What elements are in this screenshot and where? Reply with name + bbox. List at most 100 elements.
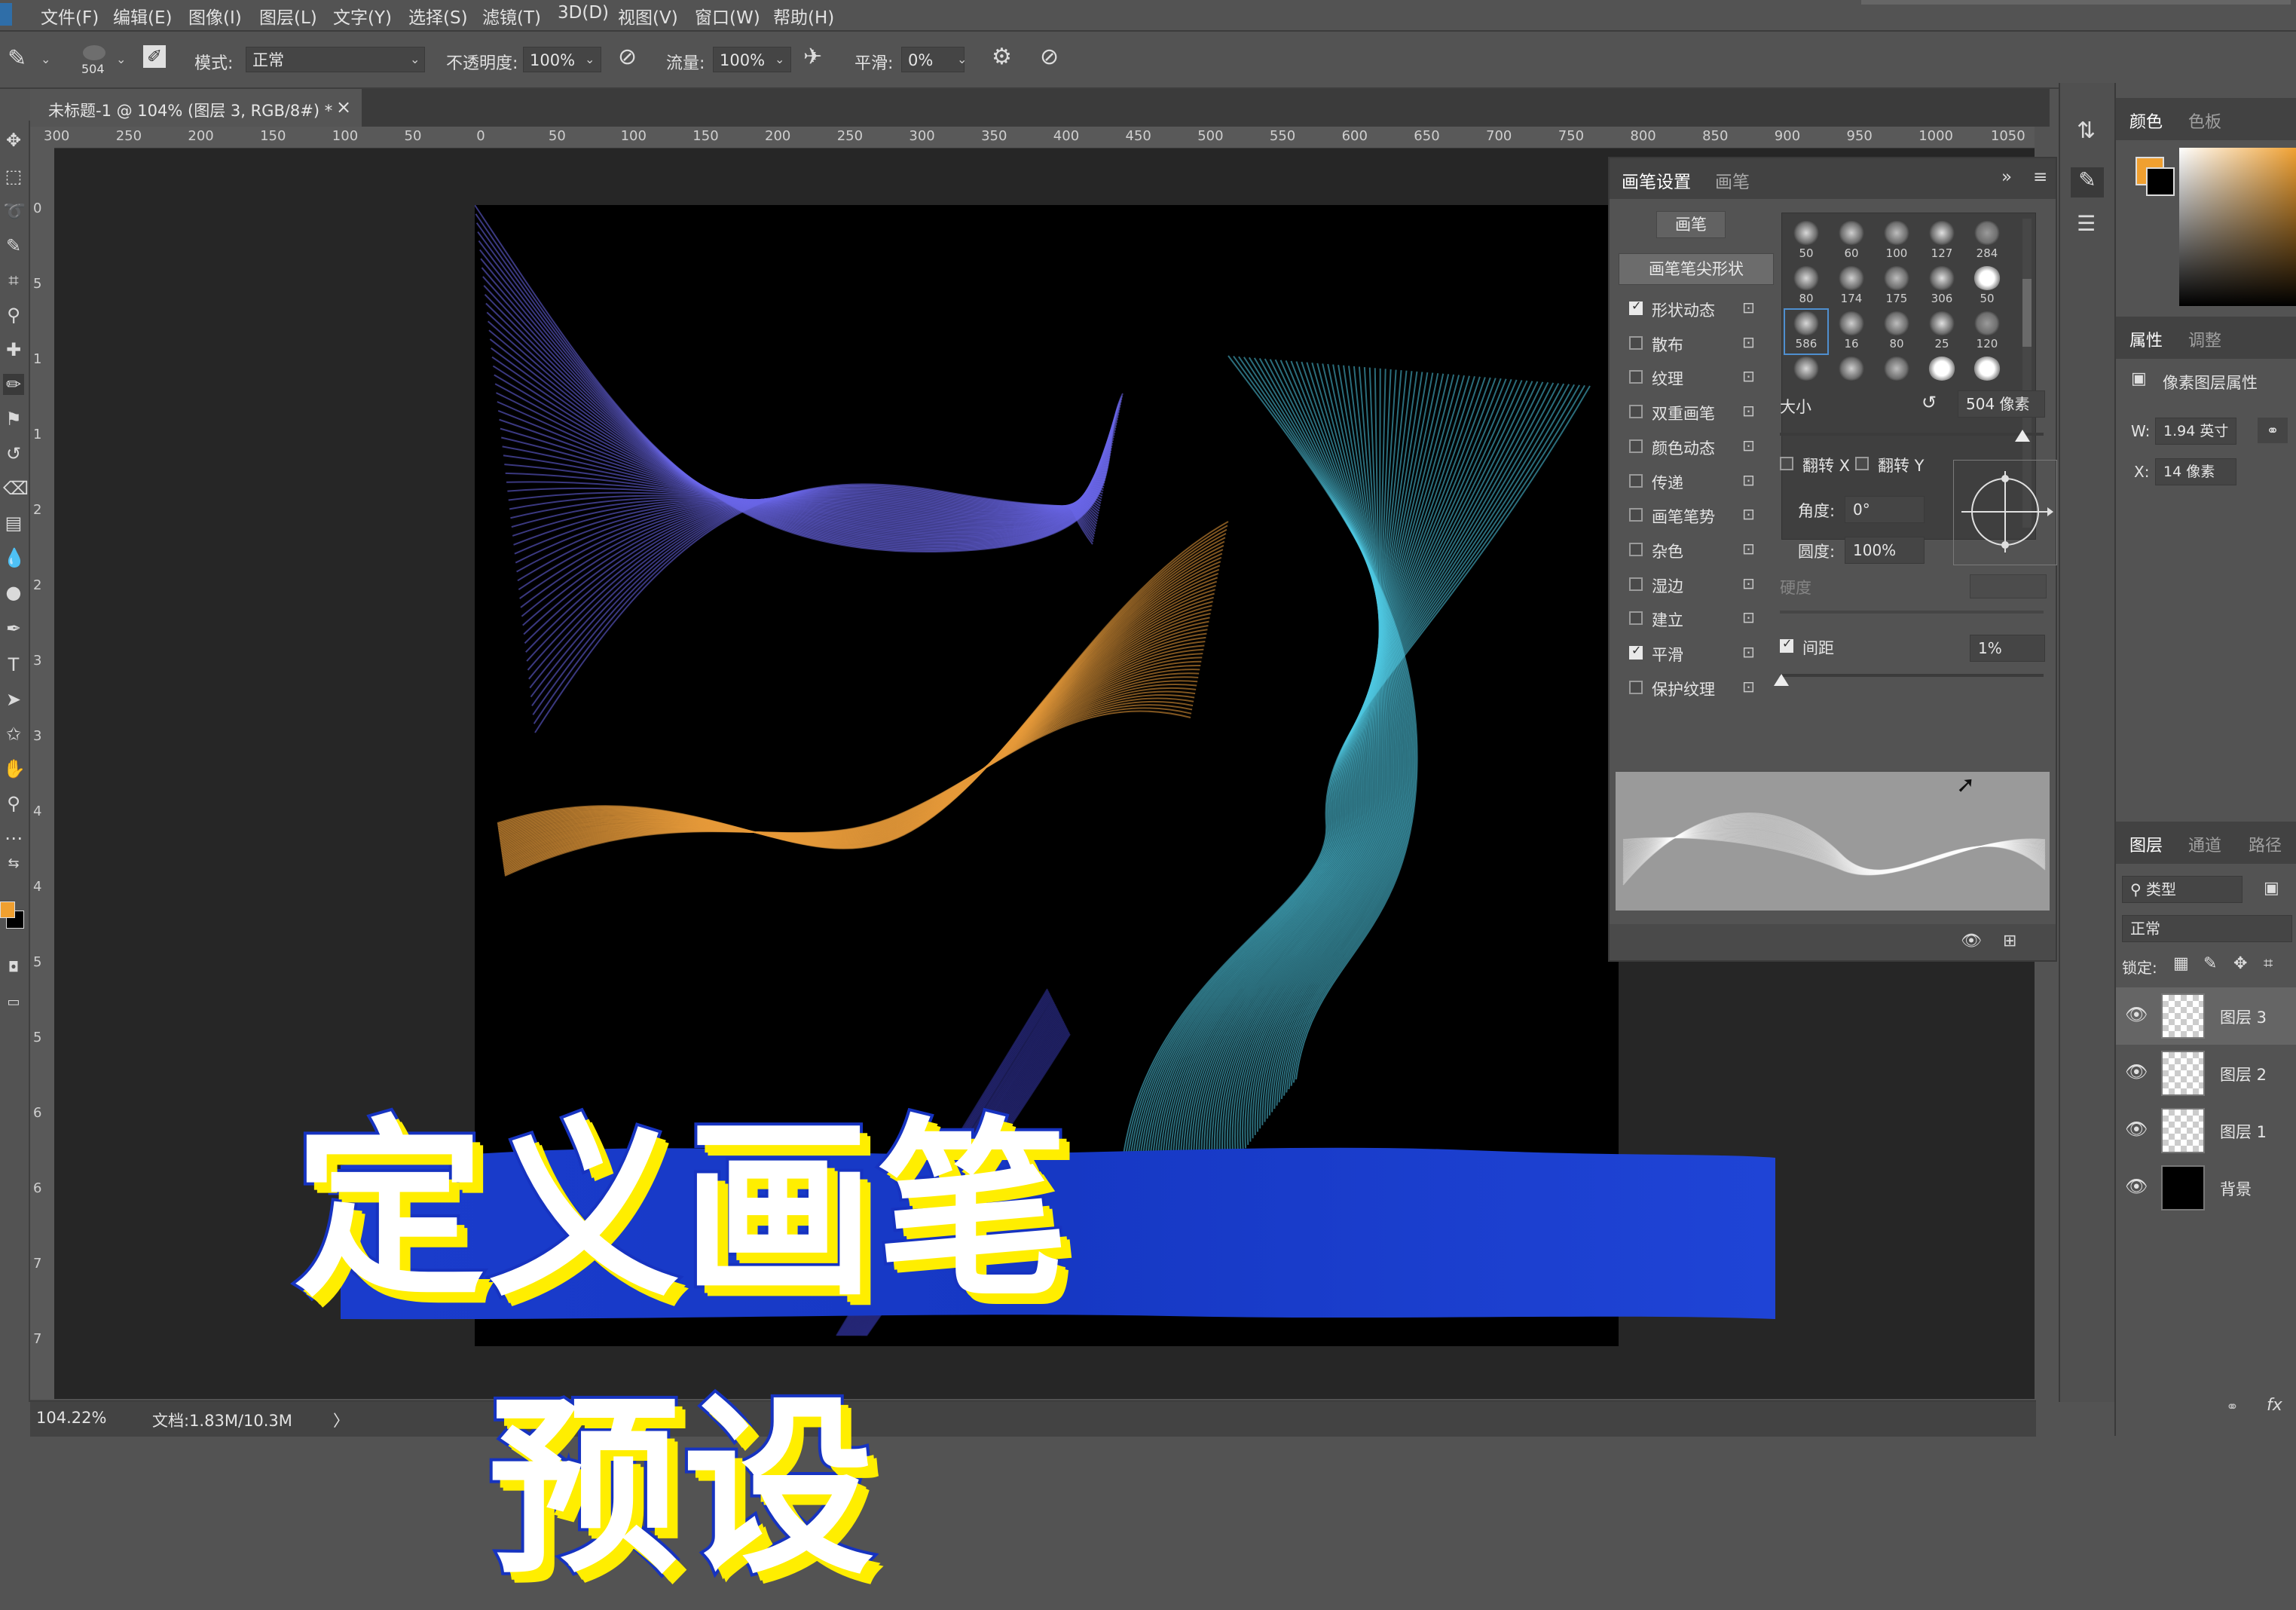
tab-brushes[interactable]: 画笔 — [1715, 167, 1750, 193]
brush-tip-preset[interactable] — [1830, 355, 1873, 399]
lock-position-icon[interactable]: ✥ — [2233, 954, 2247, 973]
menu-image[interactable]: 图像(I) — [188, 3, 242, 29]
stamp-tool-icon[interactable]: ⚑ — [3, 409, 24, 430]
lock-icon[interactable]: ⊡ — [1742, 333, 1755, 351]
brush-option-checkbox[interactable] — [1629, 405, 1643, 419]
history-panel-icon[interactable]: ⇅ — [2077, 118, 2096, 144]
brush-tip-preset[interactable] — [1876, 355, 1918, 399]
link-dimensions-icon[interactable]: ⚭ — [2258, 418, 2288, 443]
layer-row[interactable]: 👁 背景 — [2116, 1159, 2296, 1217]
lock-icon[interactable]: ⊡ — [1742, 436, 1755, 455]
flip-y-option[interactable]: 翻转 Y — [1855, 454, 1946, 476]
brush-tip-preset[interactable]: 25 — [1921, 310, 1963, 354]
brush-option-row[interactable]: 形状动态 ⊡ — [1629, 298, 1757, 321]
brush-tip-preset[interactable]: 120 — [1966, 310, 2008, 354]
eyedropper-tool-icon[interactable]: ⚲ — [3, 305, 24, 326]
tab-paths[interactable]: 路径 — [2249, 832, 2282, 856]
brush-option-checkbox[interactable] — [1629, 473, 1643, 488]
fx-icon[interactable]: fx — [2267, 1396, 2282, 1415]
lock-icon[interactable]: ⊡ — [1742, 540, 1755, 558]
layer-row[interactable]: 👁 图层 3 — [2116, 987, 2296, 1045]
brush-option-row[interactable]: 传递 ⊡ — [1629, 471, 1757, 494]
background-color-chip[interactable] — [2146, 167, 2175, 196]
menu-help[interactable]: 帮助(H) — [773, 3, 834, 29]
x-input[interactable]: 14 像素 — [2155, 458, 2236, 485]
toggle-preview-icon[interactable]: 👁 — [1961, 932, 1982, 950]
visibility-eye-icon[interactable]: 👁 — [2125, 1061, 2148, 1082]
blend-mode-select[interactable]: 正常 — [2122, 915, 2292, 942]
menu-view[interactable]: 视图(V) — [618, 3, 678, 29]
lock-transparent-icon[interactable]: ▦ — [2173, 954, 2189, 973]
flip-x-checkbox[interactable] — [1780, 457, 1793, 470]
lock-icon[interactable]: ⊡ — [1742, 608, 1755, 626]
lock-icon[interactable]: ⊡ — [1742, 402, 1755, 420]
lock-icon[interactable]: ⊡ — [1742, 471, 1755, 489]
smoothing-gear-icon[interactable]: ⚙ — [992, 44, 1012, 70]
brush-option-row[interactable]: 纹理 ⊡ — [1629, 367, 1757, 390]
eraser-tool-icon[interactable]: ⌫ — [3, 478, 29, 499]
brush-option-row[interactable]: 保护纹理 ⊡ — [1629, 678, 1757, 700]
brush-tip-preset[interactable]: 174 — [1830, 265, 1873, 308]
brush-option-row[interactable]: 散布 ⊡ — [1629, 333, 1757, 356]
spacing-option[interactable]: 间距 — [1780, 636, 1893, 659]
angle-roundness-preview[interactable] — [1953, 460, 2057, 565]
brush-tip-preset[interactable]: 284 — [1966, 219, 2008, 263]
quick-mask-icon[interactable]: ◘ — [3, 957, 24, 978]
brush-option-checkbox[interactable] — [1629, 680, 1643, 694]
screen-mode-icon[interactable]: ▭ — [3, 992, 24, 1013]
brush-option-row[interactable]: 画笔笔势 ⊡ — [1629, 505, 1757, 528]
pressure-opacity-icon[interactable]: ⊘ — [618, 44, 637, 70]
menu-layer[interactable]: 图层(L) — [259, 3, 317, 29]
gradient-tool-icon[interactable]: ▤ — [3, 513, 24, 534]
brushes-button[interactable]: 画笔 — [1656, 211, 1726, 238]
tab-channels[interactable]: 通道 — [2188, 832, 2221, 856]
brush-tool-icon[interactable]: ✏ — [3, 374, 24, 395]
marquee-tool-icon[interactable]: ⬚ — [3, 166, 24, 187]
tab-brush-settings[interactable]: 画笔设置 — [1622, 167, 1691, 193]
brush-tip-preset[interactable]: 127 — [1921, 219, 1963, 263]
visibility-eye-icon[interactable]: 👁 — [2125, 1004, 2148, 1025]
path-select-tool-icon[interactable]: ➤ — [3, 689, 24, 710]
layer-name[interactable]: 背景 — [2220, 1177, 2252, 1200]
adjustments-panel-icon[interactable]: ☰ — [2077, 211, 2096, 236]
brush-option-checkbox[interactable] — [1629, 439, 1643, 453]
width-input[interactable]: 1.94 英寸 — [2155, 418, 2236, 445]
tab-properties[interactable]: 属性 — [2129, 327, 2163, 351]
brush-settings-panel-icon[interactable]: ✎ — [2071, 167, 2104, 197]
brush-tip-preset[interactable] — [1785, 355, 1827, 399]
brush-tip-preset[interactable]: 16 — [1830, 310, 1873, 354]
brush-tip-preset[interactable]: 586 — [1784, 308, 1829, 355]
lock-icon[interactable]: ⊡ — [1742, 367, 1755, 385]
lock-icon[interactable]: ⊡ — [1742, 678, 1755, 696]
opacity-dropdown-icon[interactable]: ⌄ — [585, 47, 601, 72]
filter-pixel-icon[interactable]: ▣ — [2264, 879, 2279, 898]
document-tab[interactable]: 未标题-1 @ 104% (图层 3, RGB/8#) * × — [30, 89, 362, 127]
angle-input[interactable]: 0° — [1845, 496, 1925, 523]
history-brush-tool-icon[interactable]: ↺ — [3, 443, 24, 464]
menu-edit[interactable]: 编辑(E) — [113, 3, 172, 29]
visibility-eye-icon[interactable]: 👁 — [2125, 1176, 2148, 1197]
brush-option-row[interactable]: 平滑 ⊡ — [1629, 643, 1757, 666]
link-layers-icon[interactable]: ⚭ — [2226, 1397, 2239, 1416]
brush-picker-dropdown[interactable]: ⌄ — [116, 47, 133, 72]
layer-name[interactable]: 图层 2 — [2220, 1063, 2267, 1085]
brush-tip-preset[interactable]: 80 — [1785, 265, 1827, 308]
blur-tool-icon[interactable]: 💧 — [3, 547, 26, 568]
quick-select-tool-icon[interactable]: ✎ — [3, 235, 24, 256]
new-brush-icon[interactable]: ⊞ — [2003, 932, 2016, 950]
menu-filter[interactable]: 滤镜(T) — [482, 3, 541, 29]
lock-icon[interactable]: ⊡ — [1742, 574, 1755, 592]
brush-preset-picker[interactable]: 504 — [72, 42, 118, 78]
layer-filter-select[interactable]: ⚲ 类型 — [2122, 876, 2242, 903]
lock-icon[interactable]: ⊡ — [1742, 298, 1755, 317]
brush-option-checkbox[interactable] — [1629, 508, 1643, 522]
brush-tip-preset[interactable]: 306 — [1921, 265, 1963, 308]
brush-tip-preset[interactable]: 175 — [1876, 265, 1918, 308]
lock-icon[interactable]: ⊡ — [1742, 505, 1755, 523]
flip-y-checkbox[interactable] — [1855, 457, 1869, 470]
zoom-level[interactable]: 104.22% — [36, 1409, 106, 1427]
menu-3d[interactable]: 3D(D) — [558, 3, 609, 23]
menu-window[interactable]: 窗口(W) — [695, 3, 760, 29]
flow-dropdown-icon[interactable]: ⌄ — [775, 47, 791, 72]
pressure-size-icon[interactable]: ⊘ — [1040, 44, 1059, 70]
